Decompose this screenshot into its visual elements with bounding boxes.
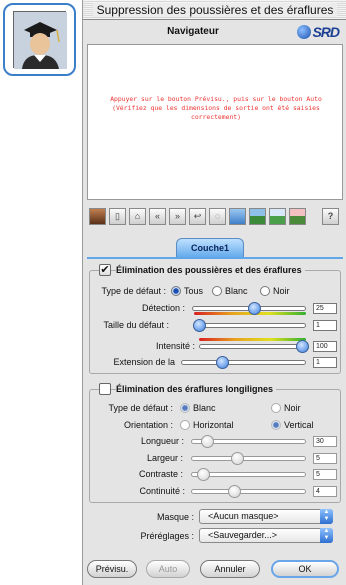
graduate-portrait-icon	[13, 11, 67, 69]
cancel-button[interactable]: Annuler	[200, 560, 260, 578]
linear-group-title: Élimination des éraflures longilignes	[116, 384, 277, 394]
defect-size-value[interactable]: 1	[313, 320, 337, 331]
length-value[interactable]: 30	[313, 436, 337, 447]
zoom-fit-icon[interactable]	[229, 208, 246, 225]
window-title-bar[interactable]: Suppression des poussières et des éraflu…	[83, 0, 346, 20]
page-icon[interactable]: ▯	[109, 208, 126, 225]
orientation-vertical-radio[interactable]	[271, 420, 281, 430]
extension-label: Extension de la	[113, 357, 175, 367]
plugin-panel: Suppression des poussières et des éraflu…	[82, 0, 346, 585]
mask-label: Masque :	[156, 512, 194, 522]
trash-icon[interactable]: ⌂	[129, 208, 146, 225]
contrast-slider-thumb[interactable]	[196, 468, 210, 481]
orientation-label: Orientation :	[123, 420, 173, 430]
linear-type-label: Type de défaut :	[108, 403, 173, 413]
intensity-gradient	[199, 338, 306, 341]
srd-globe-icon	[297, 25, 312, 39]
continuity-slider-thumb[interactable]	[227, 485, 241, 498]
linear-type-noir-radio[interactable]	[271, 403, 281, 413]
landscape-red-icon[interactable]	[289, 208, 306, 225]
dust-type-noir-radio[interactable]	[260, 286, 270, 296]
presets-select[interactable]: <Sauvegarder...> ▲ ▼	[199, 528, 333, 543]
continuity-value[interactable]: 4	[313, 486, 337, 497]
intensity-value[interactable]: 100	[313, 341, 337, 352]
length-slider-thumb[interactable]	[200, 435, 214, 448]
defect-size-slider[interactable]	[196, 323, 306, 328]
dust-type-noir-label: Noir	[273, 286, 290, 296]
intensity-slider[interactable]	[199, 344, 306, 349]
portrait-icon[interactable]	[89, 208, 106, 225]
width-slider[interactable]	[191, 456, 306, 461]
extension-slider[interactable]	[181, 360, 306, 365]
landscape-icon[interactable]	[249, 208, 266, 225]
length-label: Longueur :	[140, 436, 184, 446]
contrast-value[interactable]: 5	[313, 469, 337, 480]
detection-slider-thumb[interactable]	[247, 302, 261, 315]
width-label: Largeur :	[146, 453, 183, 463]
intensity-slider-thumb[interactable]	[296, 340, 309, 353]
undo-icon[interactable]: ↩	[189, 208, 206, 225]
linear-type-noir-label: Noir	[284, 403, 301, 413]
navigator-title: Navigateur	[167, 26, 219, 37]
navigator-header: Navigateur SRD	[83, 22, 346, 44]
dust-type-blanc-radio[interactable]	[212, 286, 222, 296]
orientation-horizontal-radio[interactable]	[180, 420, 190, 430]
lasso-icon[interactable]: ◌	[209, 208, 226, 225]
presets-select-value: <Sauvegarder...>	[208, 530, 278, 540]
mask-select-value: <Aucun masque>	[208, 511, 279, 521]
width-value[interactable]: 5	[313, 453, 337, 464]
defect-size-slider-thumb[interactable]	[193, 319, 206, 332]
dust-type-label: Type de défaut :	[101, 286, 166, 296]
mask-select[interactable]: <Aucun masque> ▲ ▼	[199, 509, 333, 524]
orientation-vertical-label: Vertical	[284, 420, 314, 430]
srd-logo: SRD	[297, 24, 340, 40]
plugin-thumbnail[interactable]	[3, 3, 76, 76]
auto-button[interactable]: Auto	[146, 560, 190, 578]
toolbar: ▯ ⌂ « » ↩ ◌ ?	[87, 206, 343, 228]
dust-type-tous-radio[interactable]	[171, 286, 181, 296]
dust-group-title: Élimination des poussières et des éraflu…	[116, 265, 305, 275]
landscape-green-icon[interactable]	[269, 208, 286, 225]
continuity-slider[interactable]	[191, 489, 306, 494]
navigator-preview[interactable]: Appuyer sur le bouton Prévisu., puis sur…	[87, 44, 343, 200]
detection-value[interactable]: 25	[313, 303, 337, 314]
dust-enable-checkbox[interactable]: ✔	[99, 264, 111, 276]
dust-type-tous-label: Tous	[184, 286, 204, 296]
detection-label: Détection :	[141, 303, 185, 313]
srd-logo-text: SRD	[312, 24, 340, 40]
help-icon[interactable]: ?	[322, 208, 339, 225]
presets-label: Préréglages :	[140, 531, 194, 541]
intensity-label: Intensité :	[155, 341, 195, 351]
rewind-icon[interactable]: «	[149, 208, 166, 225]
forward-icon[interactable]: »	[169, 208, 186, 225]
linear-type-blanc-radio[interactable]	[180, 403, 190, 413]
tab-divider	[87, 257, 343, 259]
chevron-updown-icon: ▲ ▼	[320, 509, 333, 524]
chevron-updown-icon: ▲ ▼	[320, 528, 333, 543]
orientation-horizontal-label: Horizontal	[193, 420, 234, 430]
extension-value[interactable]: 1	[313, 357, 337, 368]
defect-size-label: Taille du défaut :	[103, 320, 169, 330]
contrast-label: Contraste :	[138, 469, 183, 479]
extension-slider-thumb[interactable]	[215, 356, 229, 369]
preview-button[interactable]: Prévisu.	[87, 560, 137, 578]
linear-enable-checkbox[interactable]	[99, 383, 111, 395]
ok-button[interactable]: OK	[271, 560, 339, 578]
continuity-label: Continuité :	[139, 486, 185, 496]
navigator-message: Appuyer sur le bouton Prévisu., puis sur…	[110, 95, 322, 121]
window-title: Suppression des poussières et des éraflu…	[92, 3, 338, 17]
dust-type-blanc-label: Blanc	[225, 286, 248, 296]
tab-layer[interactable]: Couche1	[176, 238, 244, 258]
linear-type-blanc-label: Blanc	[193, 403, 216, 413]
